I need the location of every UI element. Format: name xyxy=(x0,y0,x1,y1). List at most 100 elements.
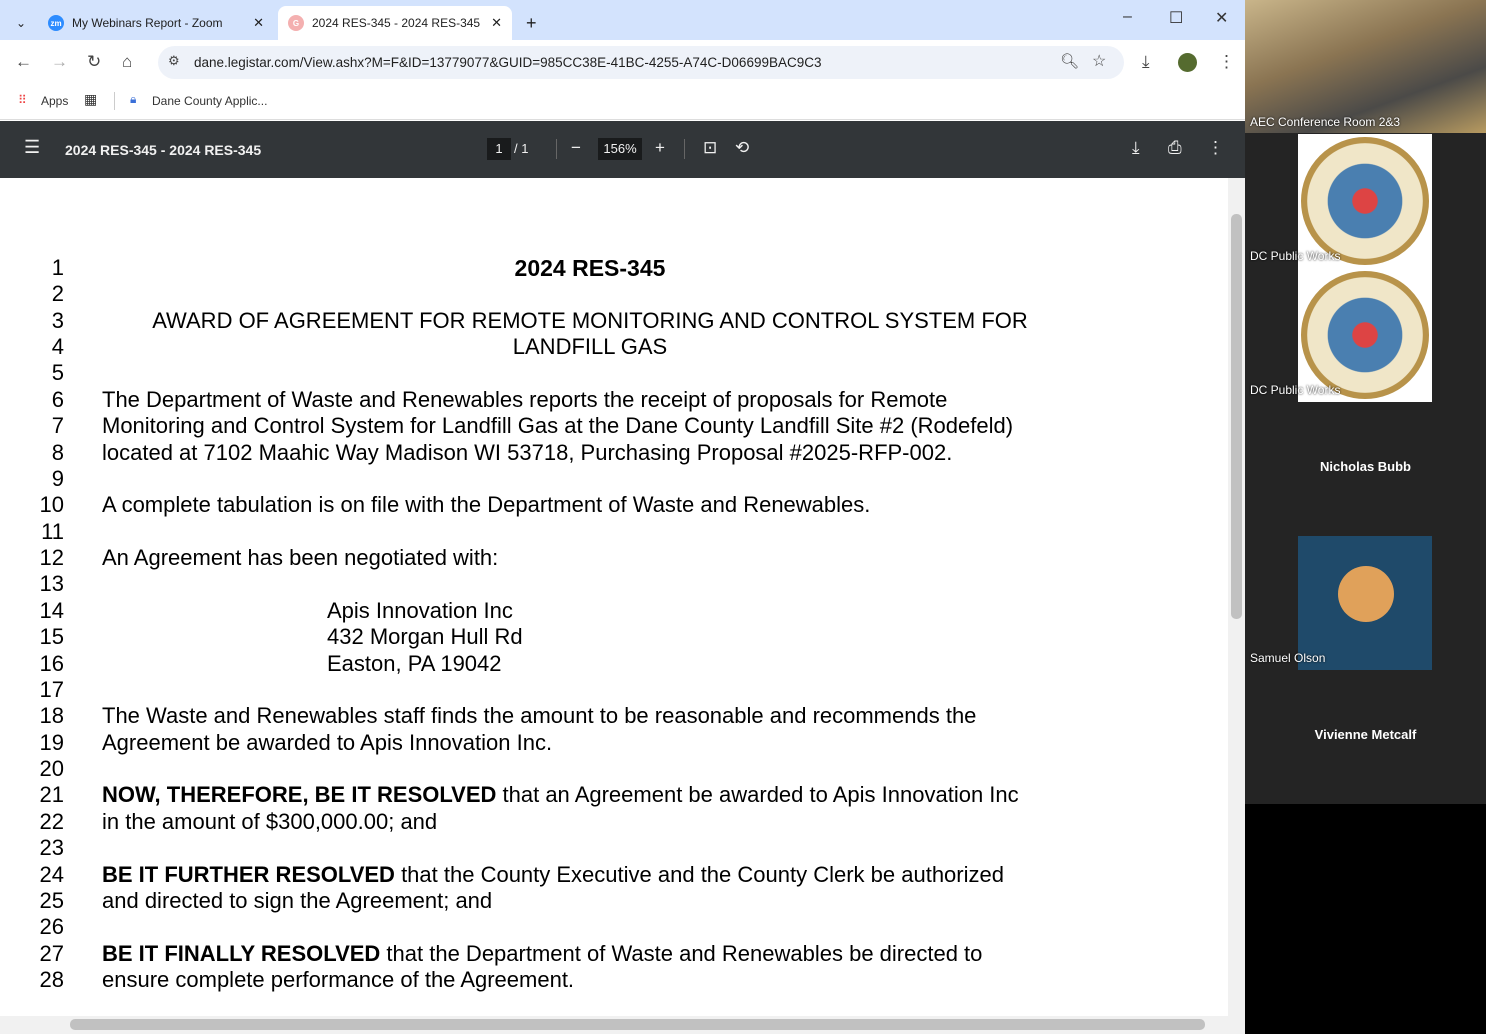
line-number: 6 xyxy=(51,386,64,412)
tab-search-button[interactable]: ⌄ xyxy=(8,6,34,40)
apps-icon: ⠿ xyxy=(18,93,27,107)
reload-button[interactable]: ↻ xyxy=(87,52,101,72)
page-number-input[interactable]: 1 xyxy=(487,138,511,160)
document-line: located at 7102 Maahic Way Madison WI 53… xyxy=(102,440,952,466)
pdf-title: 2024 RES-345 - 2024 RES-345 xyxy=(65,142,262,158)
maximize-button[interactable]: ☐ xyxy=(1169,8,1183,28)
more-options-icon[interactable]: ⋮ xyxy=(1207,138,1224,158)
document-line: Apis Innovation Inc xyxy=(327,598,513,624)
zoom-level-input[interactable]: 156% xyxy=(598,138,642,160)
grid-icon[interactable]: ▦ xyxy=(84,91,97,108)
download-icon[interactable]: ⤓ xyxy=(1142,52,1150,72)
site-info-icon[interactable]: ⚙ xyxy=(168,53,180,69)
line-text: Monitoring and Control System for Landfi… xyxy=(102,413,1014,439)
line-number: 14 xyxy=(39,597,64,623)
document-line: ensure complete performance of the Agree… xyxy=(102,967,574,993)
line-number: 26 xyxy=(39,914,64,940)
vertical-scrollbar-thumb[interactable] xyxy=(1231,214,1242,619)
resolution-clause: BE IT FURTHER RESOLVED xyxy=(102,861,395,887)
rotate-icon[interactable]: ⟲ xyxy=(735,138,749,158)
line-number: 17 xyxy=(39,676,64,702)
document-line: BE IT FINALLY RESOLVED that the Departme… xyxy=(102,941,982,967)
document-line: Agreement be awarded to Apis Innovation … xyxy=(102,730,552,756)
divider xyxy=(114,92,115,110)
line-number: 20 xyxy=(39,756,64,782)
resolution-clause: BE IT FINALLY RESOLVED xyxy=(102,940,381,966)
document-line: LANDFILL GAS xyxy=(0,334,1180,360)
address-bar[interactable]: ⚙ dane.legistar.com/View.ashx?M=F&ID=137… xyxy=(158,46,1124,79)
line-number: 21 xyxy=(39,782,64,808)
line-number: 28 xyxy=(39,966,64,992)
back-button[interactable]: ← xyxy=(15,52,32,72)
zoom-out-button[interactable]: − xyxy=(571,138,581,158)
home-button[interactable]: ⌂ xyxy=(122,52,132,72)
line-number: 5 xyxy=(51,360,64,386)
bookmark-apps[interactable]: Apps xyxy=(41,94,68,108)
bookmarks-bar: ⠿ Apps ▦ 🔒︎ Dane County Applic... xyxy=(0,84,1245,120)
line-number: 9 xyxy=(51,465,64,491)
close-window-button[interactable]: ✕ xyxy=(1215,8,1228,28)
line-number: 10 xyxy=(39,492,64,518)
document-line: BE IT FURTHER RESOLVED that the County E… xyxy=(102,862,1004,888)
horizontal-scrollbar-thumb[interactable] xyxy=(70,1019,1205,1030)
new-tab-button[interactable]: + xyxy=(516,6,547,40)
star-icon[interactable]: ☆ xyxy=(1092,51,1106,71)
document-line: NOW, THEREFORE, BE IT RESOLVED that an A… xyxy=(102,782,1019,808)
tab-bar: ⌄ zm My Webinars Report - Zoom ✕ G 2024 … xyxy=(0,0,1245,40)
line-number: 12 xyxy=(39,545,64,571)
line-text: ensure complete performance of the Agree… xyxy=(102,966,575,992)
document-line: Easton, PA 19042 xyxy=(327,651,502,677)
line-text: The Department of Waste and Renewables r… xyxy=(102,386,948,412)
dane-county-seal xyxy=(1298,134,1432,268)
menu-icon[interactable]: ☰ xyxy=(24,137,40,158)
line-number: 27 xyxy=(39,940,64,966)
document-line: An Agreement has been negotiated with: xyxy=(102,545,498,571)
line-number: 7 xyxy=(51,413,64,439)
line-number: 22 xyxy=(39,808,64,834)
document-line: The Department of Waste and Renewables r… xyxy=(102,387,947,413)
plus-icon: + xyxy=(526,12,537,33)
download-icon[interactable]: ⤓ xyxy=(1132,138,1140,158)
participant-name: DC Public Works xyxy=(1250,383,1341,397)
print-icon[interactable]: ⎙ xyxy=(1168,138,1182,158)
line-text: Apis Innovation Inc xyxy=(327,597,513,623)
page-total: / 1 xyxy=(514,141,529,156)
bookmark-dane-county[interactable]: Dane County Applic... xyxy=(152,94,267,108)
chevron-down-icon: ⌄ xyxy=(15,16,27,30)
zoom-icon[interactable]: 🔍︎ xyxy=(1060,52,1079,70)
zoom-in-button[interactable]: + xyxy=(655,138,665,158)
document-line: 2024 RES-345 xyxy=(0,255,1180,282)
participant-name: Vivienne Metcalf xyxy=(1314,727,1417,742)
profile-avatar[interactable] xyxy=(1178,53,1197,72)
url-text: dane.legistar.com/View.ashx?M=F&ID=13779… xyxy=(194,55,822,70)
tab-zoom[interactable]: zm My Webinars Report - Zoom ✕ xyxy=(38,6,274,40)
participant-name: DC Public Works xyxy=(1250,249,1341,263)
forward-button[interactable]: → xyxy=(51,52,68,72)
minimize-button[interactable]: – xyxy=(1123,8,1132,26)
line-number: 19 xyxy=(39,729,64,755)
line-number: 8 xyxy=(51,439,64,465)
lock-icon: 🔒︎ xyxy=(130,92,137,106)
document-line: The Waste and Renewables staff finds the… xyxy=(102,703,976,729)
close-icon[interactable]: ✕ xyxy=(491,15,502,31)
line-text: that the County Executive and the County… xyxy=(394,861,1004,887)
tab-label: 2024 RES-345 - 2024 RES-345 xyxy=(312,16,481,30)
pdf-toolbar: ☰ 2024 RES-345 - 2024 RES-345 1 / 1 − 15… xyxy=(0,121,1245,178)
browser-window: ⌄ zm My Webinars Report - Zoom ✕ G 2024 … xyxy=(0,0,1245,1034)
menu-icon[interactable]: ⋮ xyxy=(1218,52,1235,72)
tab-label: My Webinars Report - Zoom xyxy=(72,16,223,30)
document-line: A complete tabulation is on file with th… xyxy=(102,492,870,518)
line-number: 23 xyxy=(39,835,64,861)
line-number: 18 xyxy=(39,703,64,729)
close-icon[interactable]: ✕ xyxy=(253,15,264,31)
legistar-icon: G xyxy=(288,15,304,31)
line-text: 432 Morgan Hull Rd xyxy=(327,624,523,650)
line-text: and directed to sign the Agreement; and xyxy=(102,887,493,913)
line-text: The Waste and Renewables staff finds the… xyxy=(102,703,977,729)
fit-page-icon[interactable]: ⊡ xyxy=(703,138,717,158)
participant-name: Samuel Olson xyxy=(1250,651,1326,665)
document-line: 432 Morgan Hull Rd xyxy=(327,624,523,650)
tab-legistar[interactable]: G 2024 RES-345 - 2024 RES-345 ✕ xyxy=(278,6,512,40)
line-text: located at 7102 Maahic Way Madison WI 53… xyxy=(102,439,953,465)
participant-avatar xyxy=(1298,536,1432,670)
